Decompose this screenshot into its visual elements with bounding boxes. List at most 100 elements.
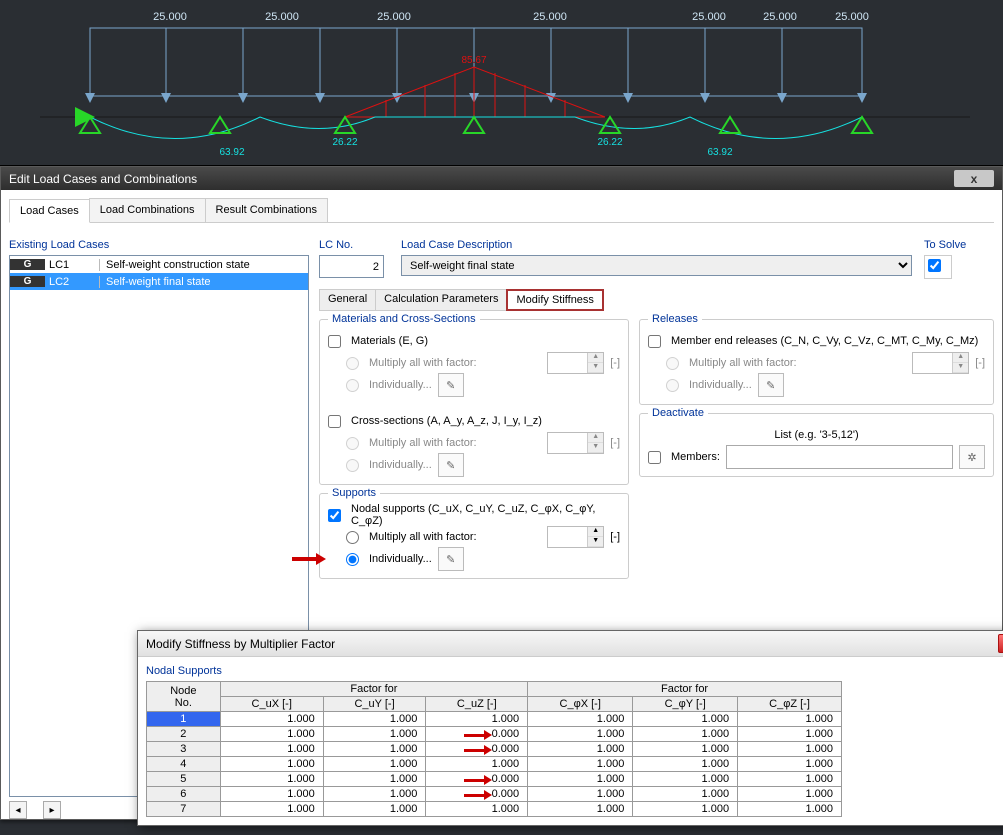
factor-cell[interactable]: 1.000: [528, 802, 633, 817]
edit-icon: ✎: [758, 373, 784, 397]
table-row[interactable]: 31.0001.0000.0001.0001.0001.000: [147, 742, 1003, 757]
tab-modify-stiffness[interactable]: Modify Stiffness: [506, 289, 603, 311]
edit-icon[interactable]: ✎: [438, 547, 464, 571]
node-no-cell[interactable]: 6: [147, 787, 221, 802]
list-item[interactable]: G LC1 Self-weight construction state: [10, 256, 308, 273]
factor-cell[interactable]: 1.000: [528, 772, 633, 787]
lc-no: LC1: [45, 259, 100, 271]
scroll-left-icon[interactable]: ◂: [9, 801, 27, 819]
to-solve-checkbox[interactable]: [928, 259, 941, 272]
tab-load-combinations[interactable]: Load Combinations: [89, 198, 206, 222]
factor-cell[interactable]: 1.000: [633, 742, 738, 757]
lc-desc-select[interactable]: Self-weight final state: [401, 255, 912, 276]
table-row[interactable]: 21.0001.0000.0001.0001.0001.000: [147, 727, 1003, 742]
factor-cell[interactable]: 1.000: [323, 772, 426, 787]
factor-cell[interactable]: 1.000: [323, 727, 426, 742]
factor-cell[interactable]: 1.000: [528, 712, 633, 727]
node-no-cell[interactable]: 4: [147, 757, 221, 772]
tab-load-cases[interactable]: Load Cases: [9, 199, 90, 223]
factor-cell[interactable]: 1.000: [633, 727, 738, 742]
scroll-right-icon[interactable]: ▸: [43, 801, 61, 819]
deactivate-members-checkbox[interactable]: [648, 451, 661, 464]
node-no-cell[interactable]: 3: [147, 742, 221, 757]
factor-cell[interactable]: 1.000: [528, 787, 633, 802]
close-icon[interactable]: ✕: [998, 634, 1003, 653]
factor-cell[interactable]: 1.000: [633, 712, 738, 727]
node-no-cell[interactable]: 2: [147, 727, 221, 742]
factor-cell[interactable]: 0.000: [426, 727, 528, 742]
factor-cell[interactable]: 1.000: [323, 742, 426, 757]
factor-cell[interactable]: 1.000: [426, 802, 528, 817]
factor-cell[interactable]: 1.000: [738, 757, 842, 772]
factor-cell[interactable]: 1.000: [220, 772, 323, 787]
subdialog-titlebar[interactable]: Modify Stiffness by Multiplier Factor ✕: [138, 631, 1003, 657]
table-row[interactable]: 71.0001.0001.0001.0001.0001.000: [147, 802, 1003, 817]
factor-cell[interactable]: 1.000: [633, 802, 738, 817]
factor-cell[interactable]: 0.000: [426, 742, 528, 757]
dialog-titlebar[interactable]: Edit Load Cases and Combinations x: [1, 167, 1002, 190]
releases-factor-input: ▲▼: [912, 352, 969, 374]
mult-label: Multiply all with factor:: [689, 357, 797, 369]
factor-cell[interactable]: 1.000: [738, 712, 842, 727]
factor-cell[interactable]: 1.000: [738, 787, 842, 802]
table-row[interactable]: 41.0001.0001.0001.0001.0001.000: [147, 757, 1003, 772]
factor-cell[interactable]: 1.000: [528, 757, 633, 772]
factor-cell[interactable]: 1.000: [220, 727, 323, 742]
factor-cell[interactable]: 1.000: [738, 727, 842, 742]
factor-cell[interactable]: 1.000: [220, 742, 323, 757]
load-label: 25.000: [265, 11, 299, 23]
load-label: 25.000: [763, 11, 797, 23]
factor-cell[interactable]: 1.000: [323, 712, 426, 727]
close-icon[interactable]: x: [954, 170, 994, 187]
col-factor-for-1: Factor for: [220, 682, 527, 697]
nodal-supports-checkbox[interactable]: [328, 509, 341, 522]
factor-cell[interactable]: 1.000: [220, 757, 323, 772]
nodal-supports-label: Nodal supports (C_uX, C_uY, C_uZ, C_φX, …: [351, 503, 620, 527]
factor-cell[interactable]: 1.000: [633, 757, 738, 772]
table-row[interactable]: 61.0001.0000.0001.0001.0001.000: [147, 787, 1003, 802]
factor-cell[interactable]: 1.000: [633, 772, 738, 787]
factor-cell[interactable]: 0.000: [426, 787, 528, 802]
cross-mult-radio: [346, 437, 359, 450]
list-item[interactable]: G LC2 Self-weight final state: [10, 273, 308, 290]
supports-factor-input[interactable]: ▲▼: [547, 526, 604, 548]
factor-cell[interactable]: 1.000: [323, 802, 426, 817]
factor-cell[interactable]: 1.000: [426, 757, 528, 772]
factor-cell[interactable]: 1.000: [323, 757, 426, 772]
mult-label: Multiply all with factor:: [369, 531, 477, 543]
factor-cell[interactable]: 1.000: [528, 727, 633, 742]
tab-general[interactable]: General: [319, 289, 376, 311]
supports-indiv-radio[interactable]: [346, 553, 359, 566]
tab-calc-params[interactable]: Calculation Parameters: [375, 289, 507, 311]
member-end-releases-checkbox[interactable]: [648, 335, 661, 348]
factor-cell[interactable]: 1.000: [323, 787, 426, 802]
pick-icon[interactable]: ✲: [959, 445, 985, 469]
factor-cell[interactable]: 0.000: [426, 772, 528, 787]
table-row[interactable]: 51.0001.0000.0001.0001.0001.000: [147, 772, 1003, 787]
lc-no-input[interactable]: [319, 255, 384, 278]
factor-cell[interactable]: 1.000: [738, 802, 842, 817]
lc-tag: G: [10, 276, 45, 287]
materials-checkbox[interactable]: [328, 335, 341, 348]
members-list-input[interactable]: [726, 445, 953, 469]
edit-icon: ✎: [438, 373, 464, 397]
factor-cell[interactable]: 1.000: [426, 712, 528, 727]
member-end-releases-label: Member end releases (C_N, C_Vy, C_Vz, C_…: [671, 335, 978, 347]
supports-mult-radio[interactable]: [346, 531, 359, 544]
node-no-cell[interactable]: 5: [147, 772, 221, 787]
factor-cell[interactable]: 1.000: [220, 802, 323, 817]
factor-cell[interactable]: 1.000: [633, 787, 738, 802]
node-no-cell[interactable]: 1: [147, 712, 221, 727]
supports-title: Supports: [328, 487, 380, 499]
nodal-supports-table[interactable]: NodeNo. Factor for Factor for C_uX [-] C…: [146, 681, 1003, 817]
tab-result-combinations[interactable]: Result Combinations: [205, 198, 329, 222]
callout-arrow-icon: [292, 551, 326, 567]
cross-sections-checkbox[interactable]: [328, 415, 341, 428]
factor-cell[interactable]: 1.000: [738, 742, 842, 757]
node-no-cell[interactable]: 7: [147, 802, 221, 817]
table-row[interactable]: 11.0001.0001.0001.0001.0001.000: [147, 712, 1003, 727]
factor-cell[interactable]: 1.000: [220, 787, 323, 802]
factor-cell[interactable]: 1.000: [528, 742, 633, 757]
factor-cell[interactable]: 1.000: [738, 772, 842, 787]
factor-cell[interactable]: 1.000: [220, 712, 323, 727]
